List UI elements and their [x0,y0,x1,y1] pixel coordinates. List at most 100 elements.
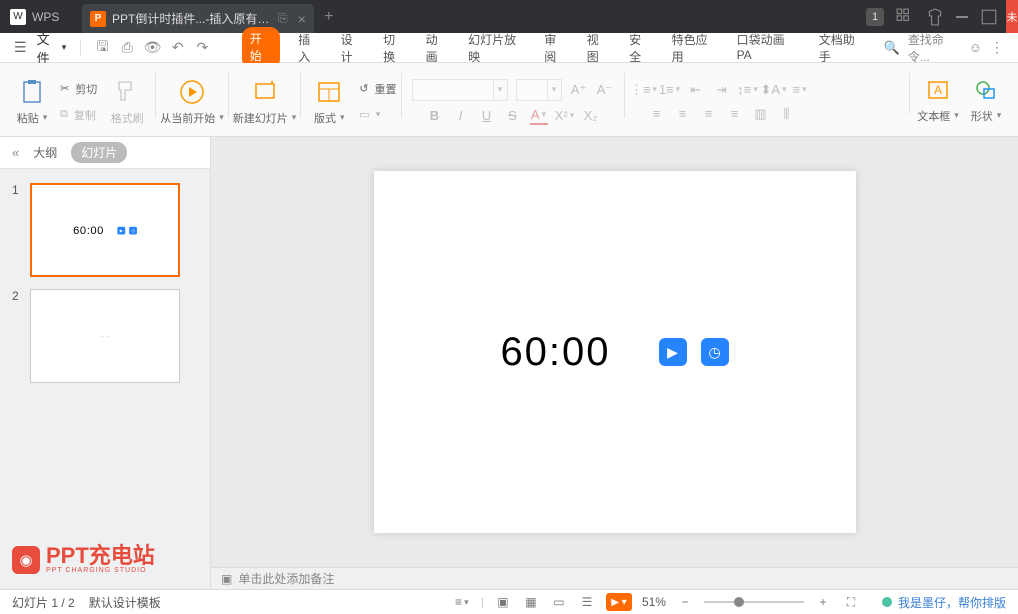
close-tab-icon[interactable]: × [298,11,306,27]
print-icon[interactable]: ⎙ [120,40,135,56]
slide-thumbnail-1[interactable]: 60:00 ▶◷ [30,183,180,277]
work-area: « 大纲 幻灯片 1 60:00 ▶◷ 2 · · [0,137,1018,589]
slide-counter: 幻灯片 1 / 2 [12,594,75,611]
align-center-icon[interactable]: ≡ [674,105,692,123]
section-button[interactable]: ▭▾ [359,104,396,126]
distribute-icon[interactable]: ⫼ [778,105,796,123]
text-direction-icon[interactable]: ⬍A [765,81,783,99]
more-icon[interactable]: ⋮ [990,39,1004,56]
textbox-button[interactable]: A 文本框 [914,67,962,132]
slideshow-button[interactable]: ▶ ▾ [606,593,632,611]
thumb-number: 2 [12,289,22,383]
timer-play-button[interactable]: ▶ [659,338,687,366]
view-menu-icon[interactable]: ≡ [453,593,471,611]
watermark-subtitle: PPT CHARGING STUDIO [46,567,155,574]
outline-tab[interactable]: 大纲 [33,144,57,161]
notes-placeholder: 单击此处添加备注 [238,570,334,587]
indent-inc-icon[interactable]: ⇥ [713,81,731,99]
layout-icon [315,78,343,106]
justify-icon[interactable]: ≡ [726,105,744,123]
search-placeholder[interactable]: 查找命令... [908,31,961,65]
slides-tab[interactable]: 幻灯片 [71,142,127,163]
slide-thumbnail-2[interactable]: · · [30,289,180,383]
preview-icon[interactable]: 👁 [144,40,160,56]
font-name-input[interactable]: ▾ [412,79,508,101]
new-tab-button[interactable]: + [314,8,344,26]
maximize-icon[interactable] [980,8,998,26]
document-title: PPT倒计时插件...-插入原有PPT [112,10,272,27]
subscript-icon[interactable]: X₂ [582,107,600,125]
cut-button[interactable]: ✂剪切 [60,78,97,100]
align-left-icon[interactable]: ≡ [648,105,666,123]
align-right-icon[interactable]: ≡ [700,105,718,123]
notes-pane[interactable]: ▣ 单击此处添加备注 [211,567,1018,589]
indent-dec-icon[interactable]: ⇤ [687,81,705,99]
svg-text:A: A [934,83,942,97]
notification-badge[interactable]: 1 [866,8,884,26]
scissors-icon: ✂ [60,82,69,95]
redo-icon[interactable]: ↷ [195,40,210,56]
shrink-font-icon[interactable]: A⁻ [596,81,614,99]
zoom-out-icon[interactable]: − [676,593,694,611]
copy-button[interactable]: ⧉复制 [60,104,97,126]
clipboard-icon [18,78,46,106]
font-size-input[interactable]: ▾ [516,79,562,101]
strike-icon[interactable]: S [504,107,522,125]
menu-icon[interactable]: ☰ [14,39,27,56]
minimize-icon[interactable] [956,16,968,18]
highlight-icon[interactable]: X² [556,107,574,125]
copy-icon: ⧉ [60,108,68,121]
assistant-status[interactable]: 我是墨仔，帮你排版 [882,594,1006,611]
columns-icon[interactable]: ▥ [752,105,770,123]
wps-logo-icon: W [10,9,26,25]
search-icon[interactable]: 🔍 [884,40,900,56]
collapse-panel-icon[interactable]: « [12,145,19,160]
italic-icon[interactable]: I [452,107,470,125]
file-menu[interactable]: 文件▾ [37,29,67,67]
grow-font-icon[interactable]: A⁺ [570,81,588,99]
watermark: ◉ PPT充电站 PPT CHARGING STUDIO [12,545,155,574]
from-current-button[interactable]: 从当前开始 [160,67,224,136]
notes-icon: ▣ [221,572,232,586]
save-icon[interactable]: 🖫 [95,40,110,56]
tab-refresh-icon[interactable]: ⎘ [278,11,288,26]
slide-canvas[interactable]: 60:00 ▶ ◷ [374,171,856,533]
sorter-view-icon[interactable]: ▦ [522,593,540,611]
zoom-percent[interactable]: 51% [642,595,666,609]
zoom-slider[interactable] [704,601,804,603]
underline-icon[interactable]: U [478,107,496,125]
zoom-in-icon[interactable]: + [814,593,832,611]
smile-icon[interactable]: ☺ [969,40,982,55]
line-spacing-icon[interactable]: ↕≡ [739,81,757,99]
assistant-dot-icon [882,597,892,607]
slide-panel: « 大纲 幻灯片 1 60:00 ▶◷ 2 · · [0,137,211,589]
layout-button[interactable]: 版式 [305,78,353,126]
wps-label: WPS [32,10,59,24]
skin-icon[interactable] [926,8,944,26]
template-name: 默认设计模板 [89,594,161,611]
play-circle-icon [178,78,206,106]
paste-button[interactable]: 粘贴 [8,78,56,126]
grid-icon[interactable] [896,8,914,26]
notes-view-icon[interactable]: ☰ [578,593,596,611]
bullets-icon[interactable]: ⋮≡ [635,81,653,99]
new-slide-button[interactable]: 新建幻灯片 [233,67,297,136]
watermark-logo-icon: ◉ [12,546,40,574]
thumbnail-list: 1 60:00 ▶◷ 2 · · [0,169,210,409]
watermark-title: PPT充电站 [46,545,155,567]
timer-clock-button[interactable]: ◷ [701,338,729,366]
numbering-icon[interactable]: 1≡ [661,81,679,99]
reading-view-icon[interactable]: ▭ [550,593,568,611]
format-painter-button[interactable]: 格式刷 [103,78,151,126]
normal-view-icon[interactable]: ▣ [494,593,512,611]
align-text-icon[interactable]: ≡ [791,81,809,99]
bold-icon[interactable]: B [426,107,444,125]
separator: | [481,595,484,609]
fit-icon[interactable]: ⛶ [842,593,860,611]
undo-icon[interactable]: ↶ [170,40,185,56]
canvas-area: 60:00 ▶ ◷ ▣ 单击此处添加备注 [211,137,1018,589]
font-color-icon[interactable]: A [530,107,548,125]
reset-button[interactable]: ↺重置 [359,78,396,100]
shapes-button[interactable]: 形状 [962,67,1010,132]
brush-icon [113,78,141,106]
